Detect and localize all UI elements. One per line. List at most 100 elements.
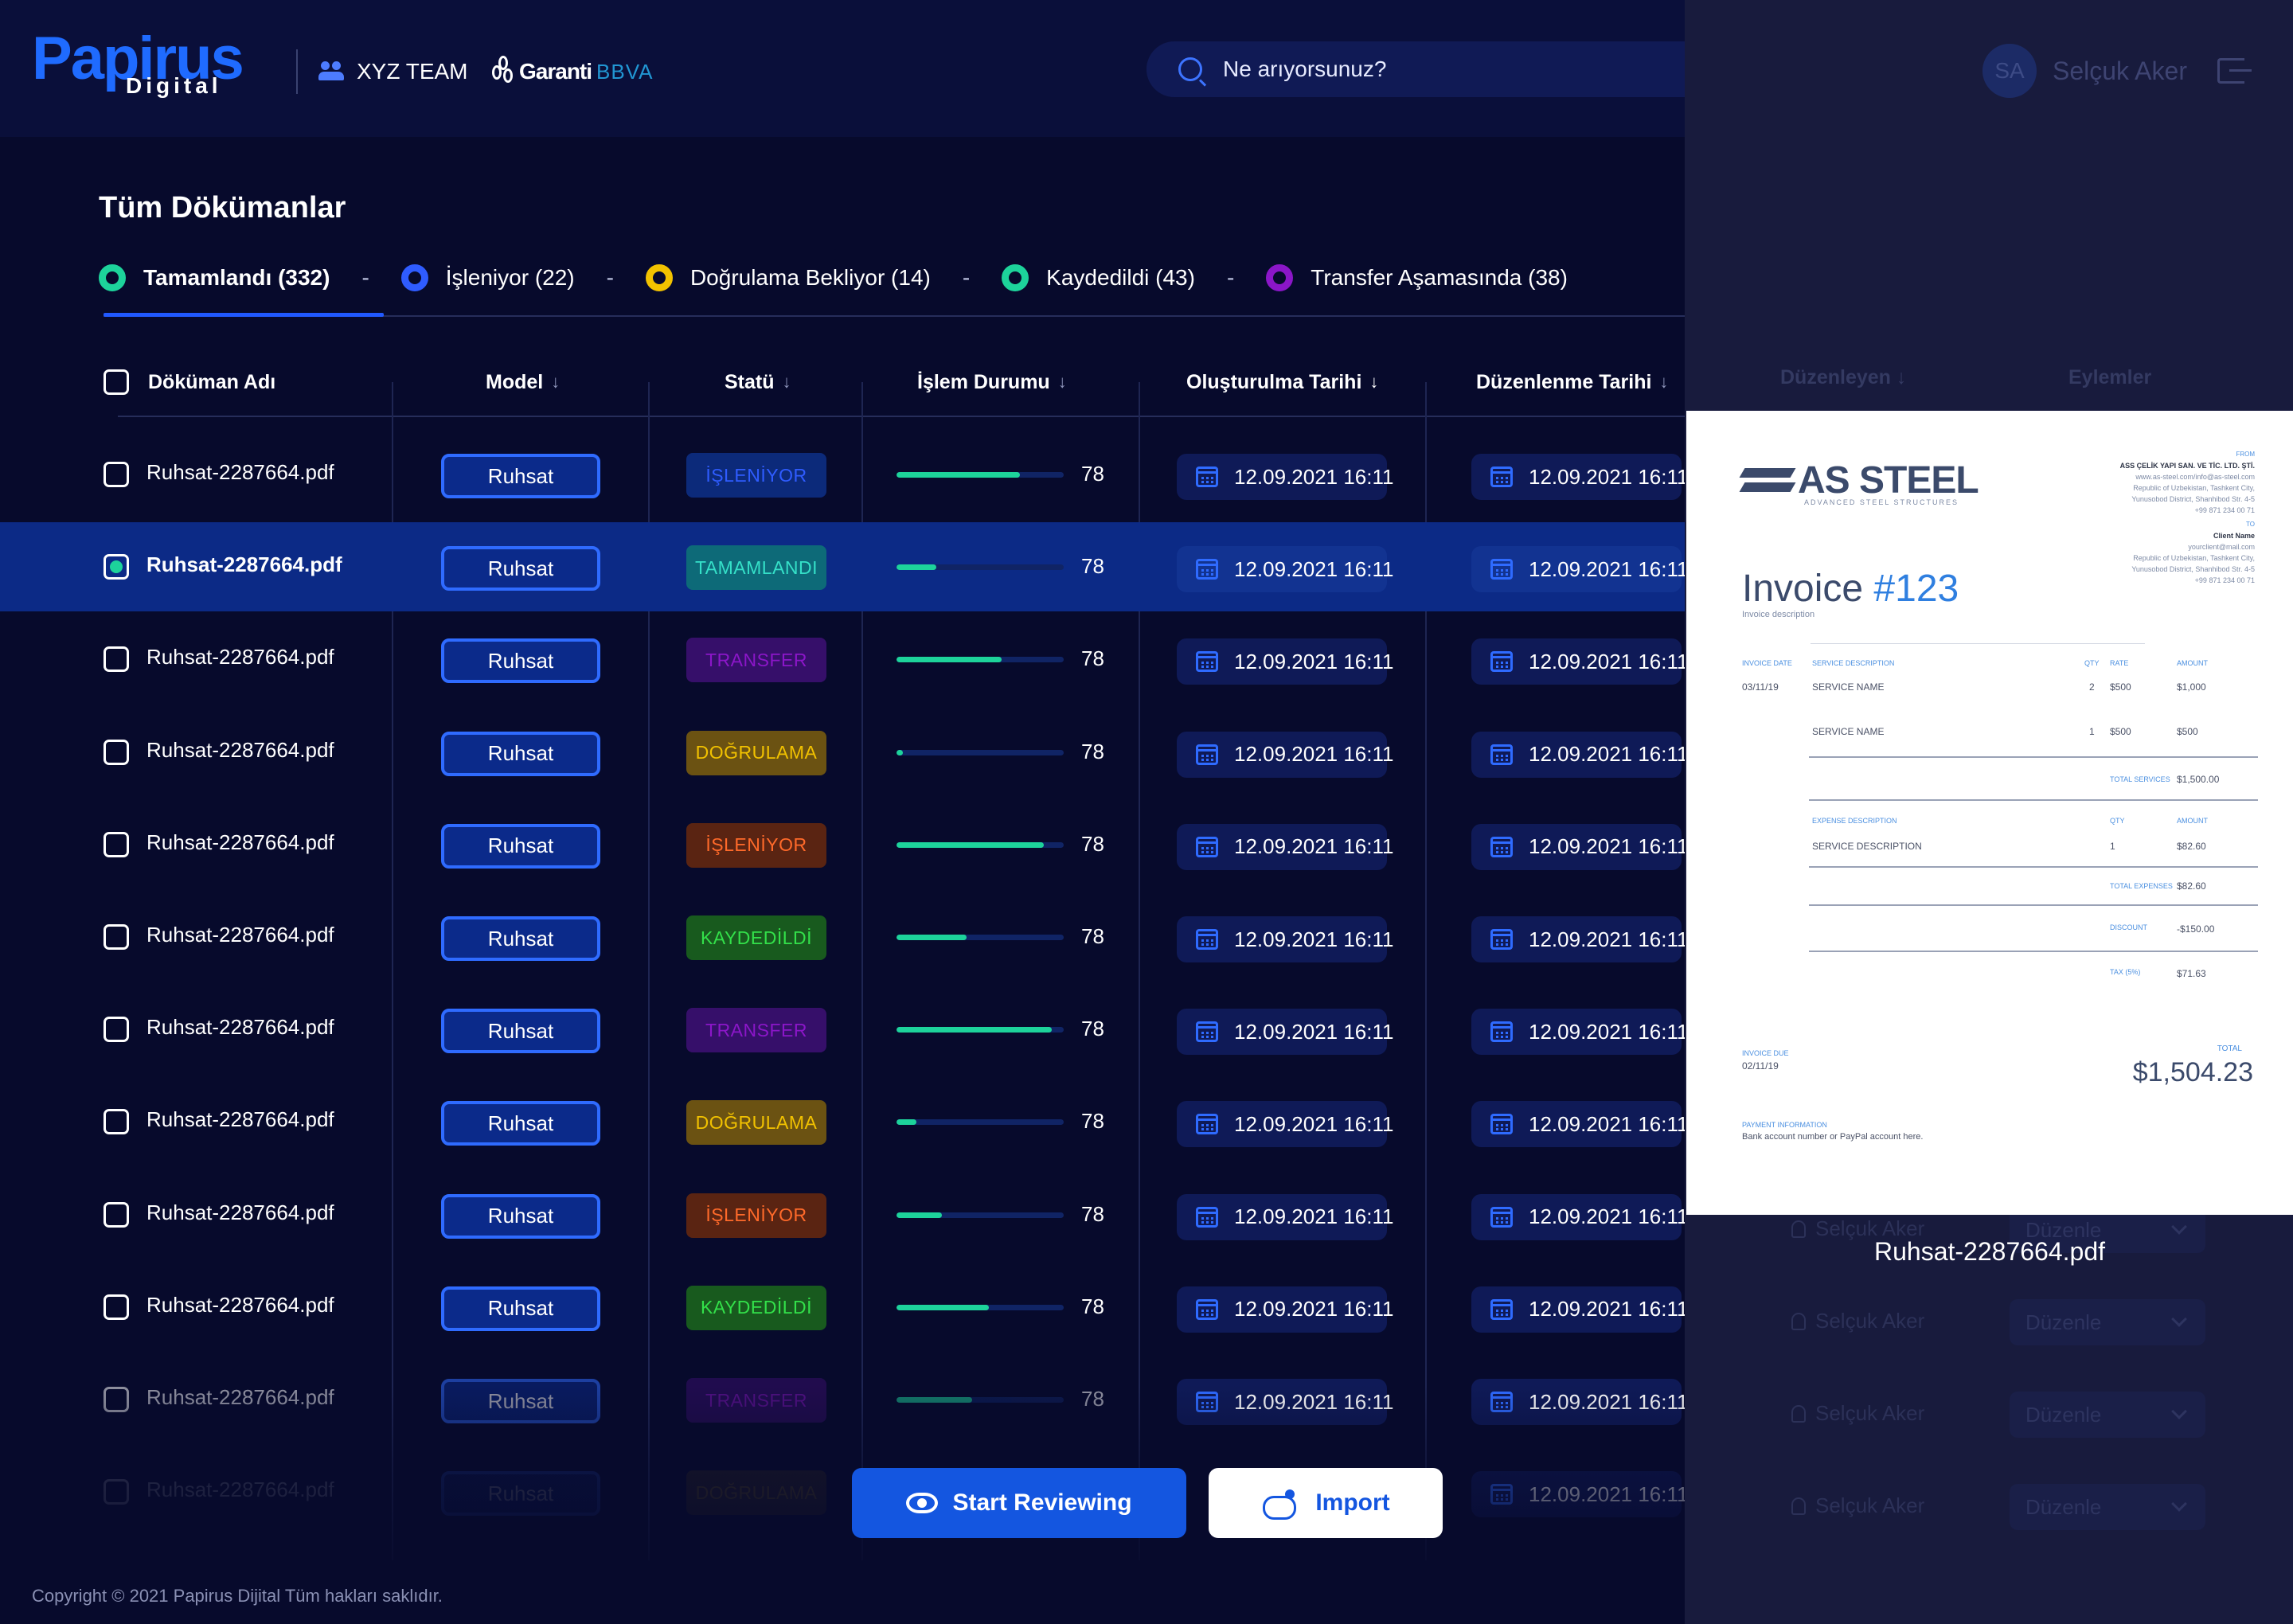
model-button[interactable]: Ruhsat: [441, 1101, 600, 1146]
document-preview[interactable]: AS STEEL ADVANCED STEEL STRUCTURES FROM …: [1686, 411, 2293, 1215]
edited-date[interactable]: 12.09.2021 16:11: [1471, 731, 1688, 778]
tab-2[interactable]: İşleniyor (22): [400, 264, 575, 291]
model-button[interactable]: Ruhsat: [441, 546, 600, 591]
edited-date[interactable]: 12.09.2021 16:11: [1471, 546, 1688, 593]
edited-date[interactable]: 12.09.2021 16:11: [1471, 823, 1688, 870]
model-button[interactable]: Ruhsat: [441, 1286, 600, 1331]
edited-date[interactable]: 12.09.2021 16:11: [1471, 1471, 1688, 1518]
column-header-created[interactable]: Oluşturulma Tarihi ↓: [1186, 366, 1378, 398]
chevron-down-icon: [2171, 1311, 2187, 1327]
edited-date[interactable]: 12.09.2021 16:11: [1471, 1193, 1688, 1240]
model-button[interactable]: Ruhsat: [441, 823, 600, 869]
action-select[interactable]: Düzenle: [2010, 1484, 2205, 1530]
action-select[interactable]: Düzenle: [2010, 1299, 2205, 1345]
edited-date[interactable]: 12.09.2021 16:11: [1471, 638, 1688, 685]
status-badge: TRANSFER: [686, 1378, 826, 1423]
created-date[interactable]: 12.09.2021 16:11: [1177, 1193, 1393, 1240]
calendar-icon: [1196, 1392, 1218, 1412]
table-row[interactable]: Ruhsat-2287664.pdf Ruhsat İŞLENİYOR 78 12.09…: [0, 430, 1752, 519]
model-button[interactable]: Ruhsat: [441, 1471, 600, 1517]
column-header-editor[interactable]: Düzenleyen ↓: [1780, 366, 1906, 389]
created-date[interactable]: 12.09.2021 16:11: [1177, 638, 1393, 685]
table-row[interactable]: Ruhsat-2287664.pdf Ruhsat TRANSFER 78 12.09.…: [0, 615, 1752, 704]
import-button[interactable]: Import: [1209, 1468, 1443, 1538]
status-badge: KAYDEDİLDİ: [686, 915, 826, 960]
column-header-status[interactable]: Statü ↓: [725, 366, 791, 398]
progress-fill: [896, 1397, 972, 1403]
tab-3[interactable]: Doğrulama Bekliyor (14): [645, 264, 931, 291]
user-icon: [1791, 1497, 1806, 1515]
select-all-checkbox[interactable]: [104, 369, 129, 395]
created-date[interactable]: 12.09.2021 16:11: [1177, 1379, 1393, 1425]
table-row[interactable]: Ruhsat-2287664.pdf Ruhsat TAMAMLANDI 78 12.0…: [0, 522, 1752, 612]
edited-date[interactable]: 12.09.2021 16:11: [1471, 1101, 1688, 1148]
model-button[interactable]: Ruhsat: [441, 731, 600, 776]
progress-fill: [896, 935, 967, 940]
user-menu[interactable]: SA Selçuk Aker: [1982, 43, 2252, 99]
model-button[interactable]: Ruhsat: [441, 638, 600, 684]
row-checkbox[interactable]: [104, 1109, 129, 1135]
column-header-model[interactable]: Model ↓: [486, 366, 560, 398]
created-date[interactable]: 12.09.2021 16:11: [1177, 546, 1393, 593]
created-date[interactable]: 12.09.2021 16:11: [1177, 454, 1393, 500]
progress-fill: [896, 657, 1002, 663]
row-checkbox[interactable]: [104, 554, 129, 580]
row-checkbox[interactable]: [104, 1017, 129, 1043]
column-header-progress[interactable]: İşlem Durumu ↓: [917, 366, 1067, 398]
row-checkbox[interactable]: [104, 1201, 129, 1228]
calendar-icon: [1490, 1392, 1513, 1412]
model-button[interactable]: Ruhsat: [441, 1193, 600, 1239]
tab-5[interactable]: Transfer Aşamasında (38): [1266, 264, 1568, 291]
row-checkbox[interactable]: [104, 831, 129, 857]
tab-4[interactable]: Kaydedildi (43): [1002, 264, 1195, 291]
edited-date[interactable]: 12.09.2021 16:11: [1471, 916, 1688, 962]
created-date[interactable]: 12.09.2021 16:11: [1177, 1101, 1393, 1148]
table-row[interactable]: Ruhsat-2287664.pdf Ruhsat İŞLENİYOR 78 12.09…: [0, 1170, 1752, 1259]
to-line: yourclient@mail.com: [2188, 543, 2255, 551]
model-button[interactable]: Ruhsat: [441, 1379, 600, 1423]
table-row[interactable]: Ruhsat-2287664.pdf Ruhsat İŞLENİYOR 78 12.09…: [0, 800, 1752, 889]
progress-fill: [896, 1119, 917, 1126]
to-line: Republic of Uzbekistan, Tashkent City,: [2133, 554, 2255, 562]
created-date[interactable]: 12.09.2021 16:11: [1177, 731, 1393, 778]
table-row[interactable]: Ruhsat-2287664.pdf Ruhsat KAYDEDİLDİ 78 12.0…: [0, 1263, 1752, 1352]
progress-value: 78: [1081, 1294, 1104, 1318]
action-select[interactable]: Düzenle: [2010, 1392, 2205, 1438]
row-checkbox[interactable]: [104, 924, 129, 950]
papirus-logo[interactable]: Papirus Digital: [32, 24, 271, 103]
edited-date[interactable]: 12.09.2021 16:11: [1471, 1286, 1688, 1333]
edited-date[interactable]: 12.09.2021 16:11: [1471, 454, 1688, 500]
created-date[interactable]: 12.09.2021 16:11: [1177, 916, 1393, 962]
row-checkbox[interactable]: [104, 646, 129, 673]
model-button[interactable]: Ruhsat: [441, 916, 600, 961]
table-row[interactable]: Ruhsat-2287664.pdf Ruhsat KAYDEDİLDİ 78 12.0…: [0, 892, 1752, 982]
row-checkbox[interactable]: [104, 1294, 129, 1320]
created-date[interactable]: 12.09.2021 16:11: [1177, 823, 1393, 870]
row-checkbox[interactable]: [104, 1387, 129, 1412]
created-date[interactable]: 12.09.2021 16:11: [1177, 1286, 1393, 1333]
progress-bar: [896, 1212, 1064, 1218]
row-checkbox[interactable]: [104, 739, 129, 765]
divider: [1809, 756, 2258, 758]
chevron-down-icon: [2171, 1496, 2187, 1512]
column-header-edited[interactable]: Düzenlenme Tarihi ↓: [1476, 366, 1668, 398]
logout-icon[interactable]: [2217, 58, 2252, 84]
created-date[interactable]: 12.09.2021 16:11: [1177, 1009, 1393, 1056]
active-tab-indicator: [104, 313, 384, 317]
model-button[interactable]: Ruhsat: [441, 454, 600, 498]
tab-1[interactable]: Tamamlandı (332): [99, 264, 330, 291]
table-row[interactable]: Ruhsat-2287664.pdf Ruhsat TRANSFER 78 12.09.…: [0, 985, 1752, 1074]
start-reviewing-button[interactable]: Start Reviewing: [852, 1468, 1186, 1538]
status-badge: İŞLENİYOR: [686, 822, 826, 868]
edited-date[interactable]: 12.09.2021 16:11: [1471, 1379, 1688, 1425]
row-checkbox[interactable]: [104, 462, 129, 487]
table-row[interactable]: Ruhsat-2287664.pdf Ruhsat DOĞRULAMA 78 12.09…: [0, 708, 1752, 797]
sort-icon: ↓: [551, 372, 561, 392]
team-switcher[interactable]: XYZ TEAM: [318, 54, 468, 89]
row-checkbox[interactable]: [104, 1479, 129, 1505]
table-row[interactable]: Ruhsat-2287664.pdf Ruhsat TRANSFER 78 12.09.…: [0, 1355, 1752, 1444]
model-button[interactable]: Ruhsat: [441, 1009, 600, 1054]
column-header-name[interactable]: Döküman Adı: [104, 366, 275, 398]
table-row[interactable]: Ruhsat-2287664.pdf Ruhsat DOĞRULAMA 78 12.09…: [0, 1077, 1752, 1166]
edited-date[interactable]: 12.09.2021 16:11: [1471, 1009, 1688, 1056]
